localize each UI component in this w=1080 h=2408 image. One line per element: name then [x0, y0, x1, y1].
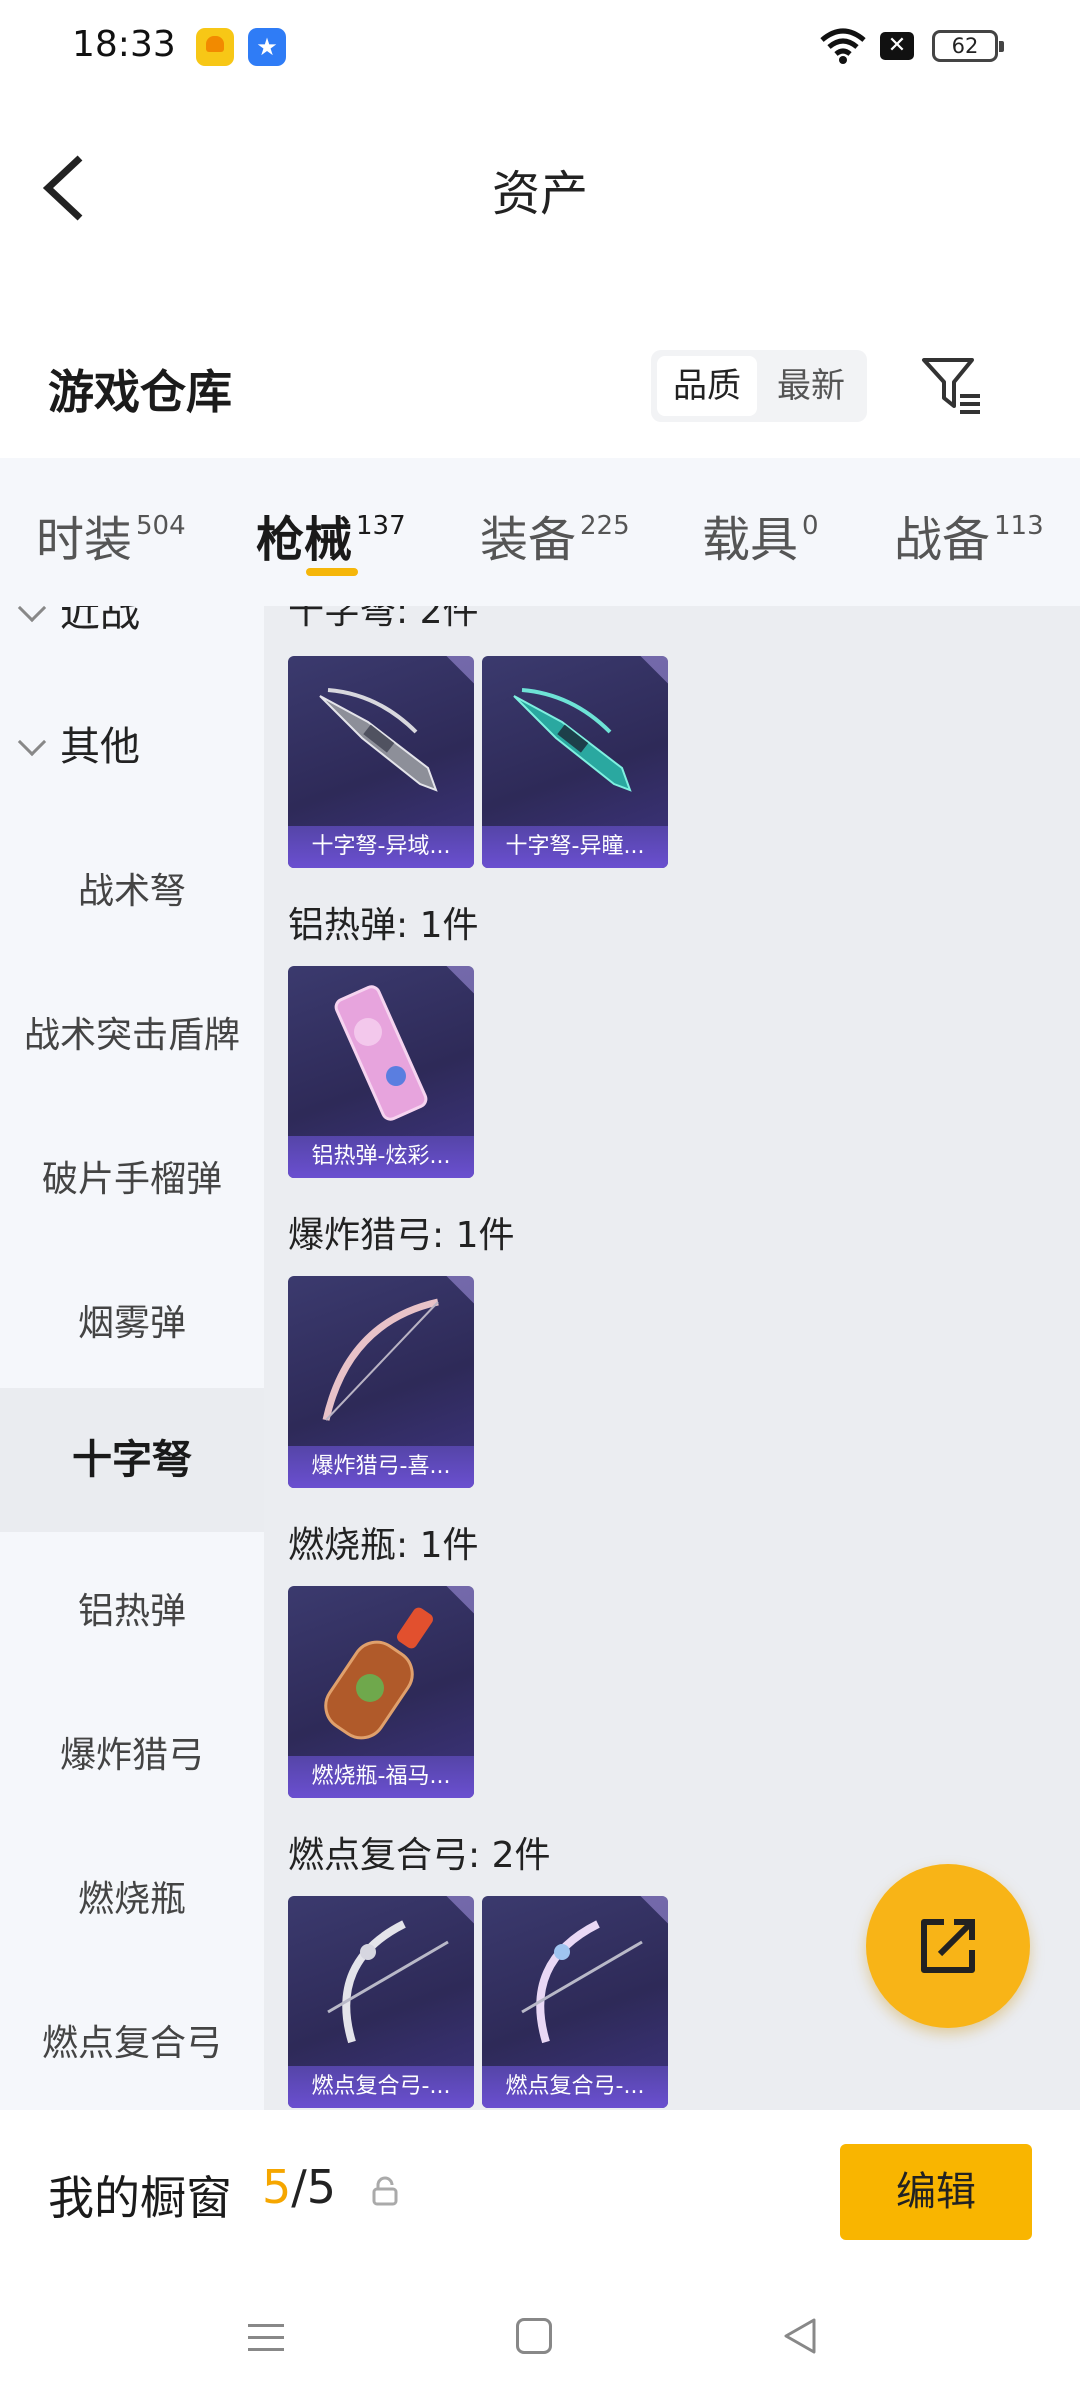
compound-bow-image	[521, 1920, 643, 2044]
app-header: 资产	[0, 96, 1080, 266]
hunting-bow-image	[322, 1298, 439, 1421]
section-title: 燃烧瓶: 1件	[288, 1525, 479, 1566]
subcategory-sidebar: 近战 其他 战术弩 战术突击盾牌 破片手榴弹 烟雾弹 十字弩 铝热弹 爆炸猎弓 …	[0, 606, 264, 2110]
item-name: 燃点复合弓-...	[288, 2066, 474, 2108]
system-nav-bar	[0, 2280, 1080, 2408]
item-card[interactable]: 十字弩-异域...	[288, 656, 474, 868]
tab-label: 枪械	[256, 512, 353, 568]
filter-icon[interactable]	[920, 354, 984, 418]
tab-vehicles[interactable]: 载具 0	[702, 500, 819, 570]
showcase-bar: 我的橱窗 5/5 编辑	[0, 2110, 1080, 2280]
sidebar-item-molotov[interactable]: 燃烧瓶	[0, 1870, 264, 1922]
crossbow-image	[513, 688, 632, 792]
sort-newest-button[interactable]: 最新	[761, 356, 861, 416]
lock-icon	[372, 2176, 398, 2206]
sidebar-item-frag-grenade[interactable]: 破片手榴弹	[0, 1150, 264, 1202]
sidebar-item-crossbow[interactable]: 十字弩	[0, 1388, 264, 1532]
sidebar-item-tactical-crossbow[interactable]: 战术弩	[0, 862, 264, 914]
tab-combat-gear[interactable]: 战备 113	[894, 500, 1044, 570]
section-title: 十字弩: 2件	[288, 606, 479, 632]
item-card[interactable]: 燃点复合弓-...	[482, 1896, 668, 2108]
molotov-image	[324, 1607, 433, 1740]
chevron-down-icon	[17, 727, 47, 757]
item-name: 铝热弹-炫彩...	[288, 1136, 474, 1178]
section-title: 爆炸猎弓: 1件	[288, 1215, 515, 1256]
warehouse-title: 游戏仓库	[48, 365, 232, 419]
tab-count: 504	[136, 511, 186, 541]
item-card[interactable]: 燃烧瓶-福马...	[288, 1586, 474, 1798]
item-card[interactable]: 十字弩-异瞳...	[482, 656, 668, 868]
signal-off-icon: ✕	[880, 32, 914, 60]
sidebar-item-explosive-bow[interactable]: 爆炸猎弓	[0, 1726, 264, 1778]
sidebar-group-other[interactable]: 其他	[17, 714, 140, 772]
section-title: 铝热弹: 1件	[288, 905, 479, 946]
sidebar-group-label: 近战	[60, 606, 140, 636]
item-name: 燃点复合弓-...	[482, 2066, 668, 2108]
status-bar: 18:33 ★ ✕ 62	[0, 0, 1080, 96]
tab-firearms[interactable]: 枪械 137	[256, 500, 406, 570]
chevron-down-icon	[17, 606, 47, 623]
tab-label: 时装	[36, 512, 133, 568]
compound-bow-image	[327, 1920, 449, 2044]
active-tab-indicator	[306, 568, 358, 576]
tab-label: 载具	[702, 512, 799, 568]
item-name: 十字弩-异瞳...	[482, 826, 668, 868]
tab-count: 225	[580, 511, 630, 541]
tab-count: 0	[802, 511, 819, 541]
category-tabs: 时装 504 枪械 137 装备 225 载具 0 战备 113	[0, 458, 1080, 606]
share-export-icon	[921, 1919, 975, 1973]
edit-button[interactable]: 编辑	[840, 2144, 1032, 2240]
item-name: 爆炸猎弓-喜...	[288, 1446, 474, 1488]
status-time: 18:33	[72, 24, 176, 65]
sidebar-item-thermite[interactable]: 铝热弹	[0, 1582, 264, 1634]
app-notification-icon	[196, 28, 234, 66]
tab-fashion[interactable]: 时装 504	[36, 500, 186, 570]
sidebar-group-label: 其他	[60, 724, 140, 770]
tab-count: 137	[356, 511, 406, 541]
section-title: 燃点复合弓: 2件	[288, 1835, 551, 1876]
sidebar-group-melee[interactable]: 近战	[17, 606, 140, 638]
page-title: 资产	[491, 166, 588, 222]
nav-menu-icon[interactable]	[246, 2318, 286, 2358]
tab-count: 113	[994, 511, 1044, 541]
tab-label: 战备	[894, 512, 991, 568]
item-card[interactable]: 燃点复合弓-...	[288, 1896, 474, 2108]
nav-home-icon[interactable]	[516, 2318, 552, 2354]
showcase-count: 5/5	[262, 2160, 336, 2214]
tab-equipment[interactable]: 装备 225	[480, 500, 630, 570]
star-app-icon: ★	[248, 28, 286, 66]
showcase-separator: /	[291, 2160, 307, 2214]
share-button[interactable]	[866, 1864, 1030, 2028]
showcase-title: 我的橱窗	[48, 2171, 232, 2225]
sidebar-item-compound-bow[interactable]: 燃点复合弓	[0, 2014, 264, 2066]
crossbow-image	[319, 688, 438, 792]
showcase-total: 5	[306, 2160, 337, 2214]
sort-toggle: 品质 最新	[651, 350, 867, 422]
tab-label: 装备	[480, 512, 577, 568]
item-name: 燃烧瓶-福马...	[288, 1756, 474, 1798]
item-card[interactable]: 铝热弹-炫彩...	[288, 966, 474, 1178]
thermite-image	[334, 985, 428, 1121]
nav-back-icon[interactable]	[780, 2316, 820, 2356]
wifi-icon	[820, 28, 866, 64]
sort-quality-button[interactable]: 品质	[657, 356, 757, 416]
sidebar-item-assault-shield[interactable]: 战术突击盾牌	[0, 1006, 264, 1058]
item-name: 十字弩-异域...	[288, 826, 474, 868]
sidebar-item-smoke-grenade[interactable]: 烟雾弹	[0, 1294, 264, 1346]
battery-icon: 62	[932, 30, 1004, 62]
showcase-current: 5	[262, 2160, 292, 2214]
item-card[interactable]: 爆炸猎弓-喜...	[288, 1276, 474, 1488]
